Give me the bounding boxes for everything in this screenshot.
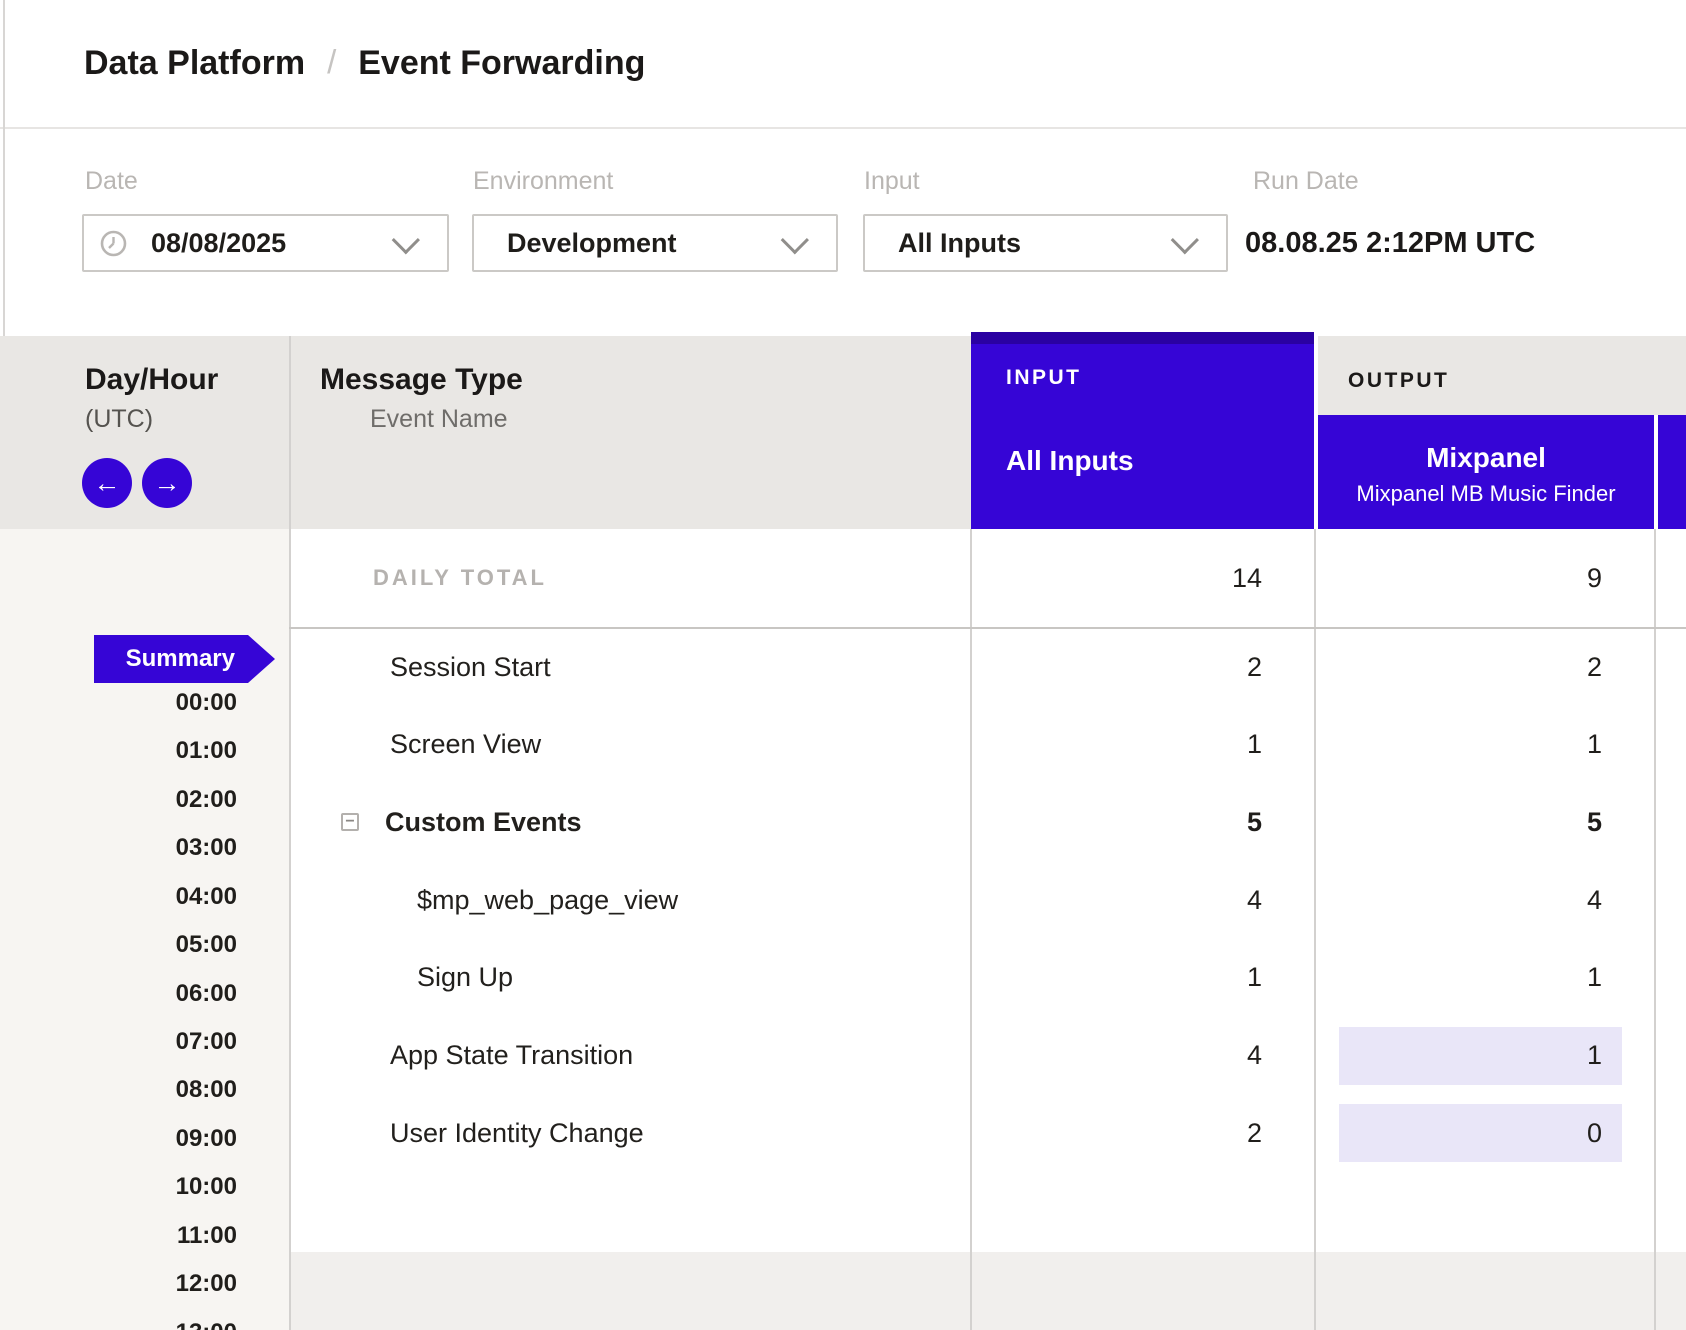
summary-row-marker[interactable]: Summary: [94, 635, 275, 683]
hour-row-1100[interactable]: 11:00: [0, 1221, 237, 1251]
hour-row-1300[interactable]: 13:00: [0, 1318, 237, 1330]
date-dropdown[interactable]: 08/08/2025: [82, 214, 449, 272]
day-hour-subtitle: (UTC): [85, 404, 153, 434]
input-column-accent-strip: [971, 332, 1314, 344]
row-label-text: $mp_web_page_view: [417, 885, 678, 916]
row-label-text: Screen View: [390, 729, 541, 760]
row-label[interactable]: − Custom Events: [291, 783, 970, 861]
input-count-cell[interactable]: 4: [971, 1017, 1314, 1095]
row-label: Session Start: [291, 628, 970, 706]
chevron-down-icon: [781, 226, 809, 254]
hour-row-0700[interactable]: 07:00: [0, 1027, 237, 1057]
input-group-label: INPUT: [1006, 365, 1082, 391]
output-count-cell[interactable]: 5: [1318, 783, 1654, 861]
output-count-cell[interactable]: 4: [1318, 861, 1654, 939]
row-label: App State Transition: [291, 1017, 970, 1095]
row-label-text: App State Transition: [390, 1040, 633, 1071]
input-count-cell[interactable]: 2: [971, 1094, 1314, 1172]
summary-label: Summary: [94, 635, 248, 683]
hour-row-1000[interactable]: 10:00: [0, 1172, 237, 1202]
output-count-cell[interactable]: 0: [1318, 1094, 1654, 1172]
environment-value: Development: [507, 228, 677, 259]
date-filter-label: Date: [85, 166, 138, 196]
input-count-cell[interactable]: 5: [971, 783, 1314, 861]
input-filter-label: Input: [864, 166, 920, 196]
row-label-text: User Identity Change: [390, 1118, 644, 1149]
hour-row-0400[interactable]: 04:00: [0, 882, 237, 912]
message-type-header: Message Type: [320, 362, 523, 398]
clock-icon: [100, 230, 127, 257]
next-day-button[interactable]: →: [142, 458, 192, 508]
row-label-text: Custom Events: [385, 807, 582, 838]
breadcrumb-separator: /: [327, 43, 336, 81]
input-count-cell[interactable]: 1: [971, 939, 1314, 1017]
row-label: $mp_web_page_view: [291, 861, 970, 939]
row-label: User Identity Change: [291, 1094, 970, 1172]
input-count-cell[interactable]: 4: [971, 861, 1314, 939]
output-column-header[interactable]: Mixpanel Mixpanel MB Music Finder: [1318, 415, 1654, 529]
breadcrumb: Data Platform / Event Forwarding: [84, 0, 645, 127]
breadcrumb-parent[interactable]: Data Platform: [84, 44, 305, 83]
collapse-toggle-icon[interactable]: −: [341, 813, 359, 831]
hour-row-0900[interactable]: 09:00: [0, 1124, 237, 1154]
output-column-name: Mixpanel: [1318, 442, 1654, 474]
chevron-down-icon: [392, 226, 420, 254]
breadcrumb-current: Event Forwarding: [358, 44, 645, 83]
event-forwarding-page: Data Platform / Event Forwarding Date En…: [0, 0, 1686, 1330]
hour-row-1200[interactable]: 12:00: [0, 1269, 237, 1299]
header-divider: [0, 127, 1686, 129]
input-dropdown[interactable]: All Inputs: [863, 214, 1228, 272]
environment-dropdown[interactable]: Development: [472, 214, 838, 272]
previous-day-button[interactable]: ←: [82, 458, 132, 508]
output-count-cell[interactable]: 1: [1318, 939, 1654, 1017]
output-count-cell[interactable]: 1: [1318, 706, 1654, 784]
output-count-cell[interactable]: 1: [1318, 1017, 1654, 1095]
grid-vline: [1314, 529, 1316, 1330]
row-label-text: Session Start: [390, 652, 551, 683]
row-label: Screen View: [291, 706, 970, 784]
hour-row-0800[interactable]: 08:00: [0, 1075, 237, 1105]
grid-vline: [1654, 529, 1656, 1330]
day-hour-header: Day/Hour: [85, 362, 218, 398]
input-column-name: All Inputs: [1006, 445, 1134, 477]
run-date-label: Run Date: [1253, 166, 1359, 196]
hour-row-0600[interactable]: 06:00: [0, 979, 237, 1009]
daily-total-output-value: 9: [1318, 539, 1654, 617]
event-name-subtitle: Event Name: [370, 404, 508, 434]
table-footer-area: [289, 1252, 1686, 1330]
input-value: All Inputs: [898, 228, 1021, 259]
daily-total-input-value: 14: [971, 539, 1314, 617]
environment-filter-label: Environment: [473, 166, 613, 196]
daily-total-label: DAILY TOTAL: [373, 529, 547, 627]
input-count-cell[interactable]: 2: [971, 628, 1314, 706]
arrow-right-icon: →: [154, 468, 181, 499]
date-value: 08/08/2025: [151, 228, 286, 259]
hour-row-0000[interactable]: 00:00: [0, 688, 237, 718]
row-label: Sign Up: [291, 939, 970, 1017]
row-label-text: Sign Up: [417, 962, 513, 993]
hour-row-0500[interactable]: 05:00: [0, 930, 237, 960]
hour-row-0200[interactable]: 02:00: [0, 785, 237, 815]
output-group-label: OUTPUT: [1348, 368, 1449, 394]
output-count-cell[interactable]: 2: [1318, 628, 1654, 706]
hour-row-0100[interactable]: 01:00: [0, 736, 237, 766]
output-column-subtitle: Mixpanel MB Music Finder: [1318, 481, 1654, 507]
arrow-left-icon: ←: [94, 468, 121, 499]
input-count-cell[interactable]: 1: [971, 706, 1314, 784]
next-output-column-header[interactable]: [1658, 415, 1686, 529]
input-column-header[interactable]: INPUT All Inputs: [971, 332, 1314, 529]
run-date-value: 08.08.25 2:12PM UTC: [1245, 214, 1535, 272]
chevron-down-icon: [1171, 226, 1199, 254]
summary-arrow-tip: [248, 635, 275, 683]
hour-row-0300[interactable]: 03:00: [0, 833, 237, 863]
